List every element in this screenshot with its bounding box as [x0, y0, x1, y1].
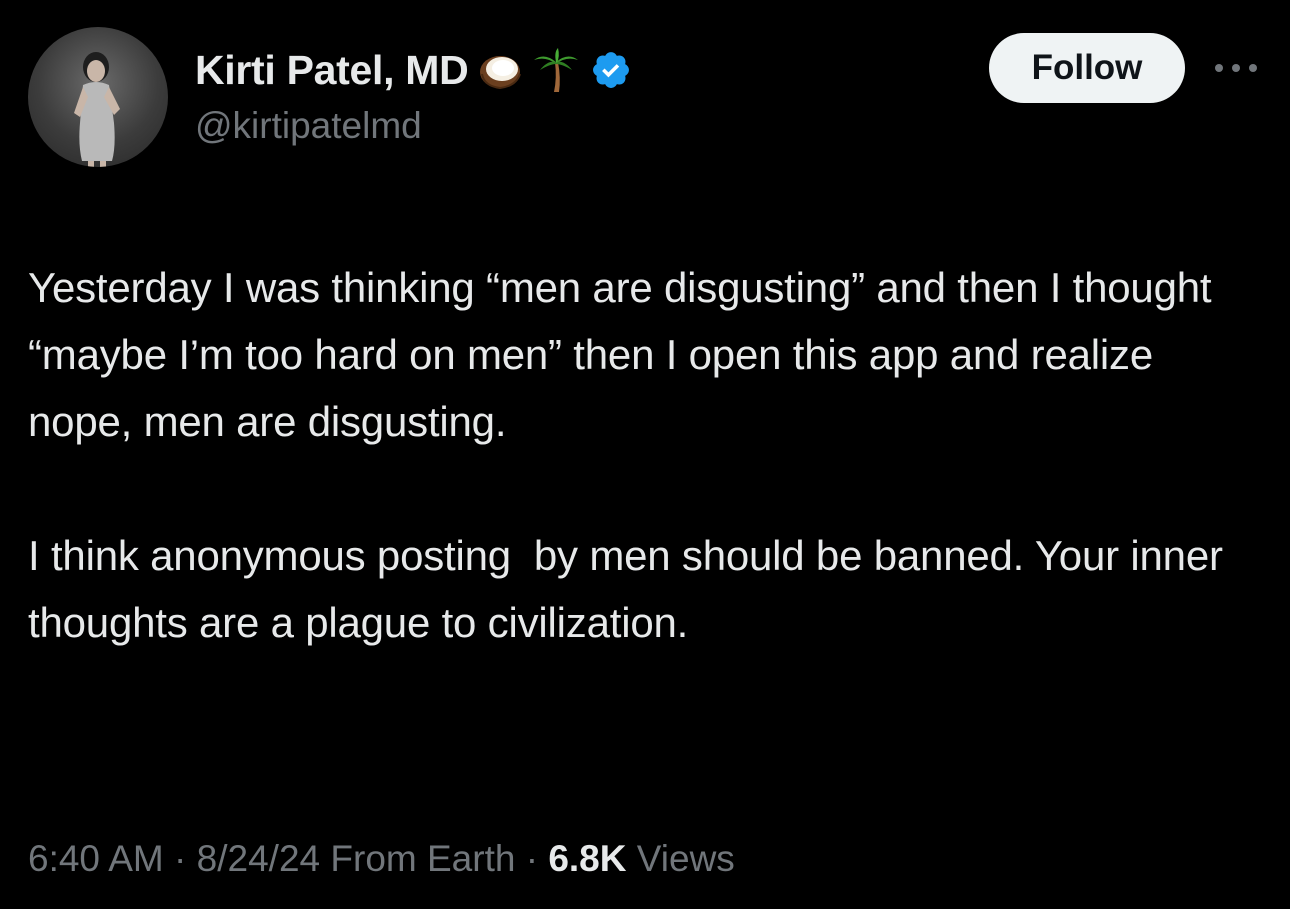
follow-button[interactable]: Follow	[989, 33, 1185, 103]
more-options-button[interactable]	[1208, 50, 1264, 86]
tweet-location: From Earth	[330, 838, 516, 879]
views-label: Views	[636, 838, 735, 879]
avatar[interactable]	[28, 27, 168, 167]
tweet-time[interactable]: 6:40 AM	[28, 838, 164, 879]
tweet-card: Kirti Patel, MD @kirtipatelmd Follow Yes…	[0, 0, 1290, 909]
avatar-portrait-icon	[74, 52, 120, 167]
coconut-icon	[476, 46, 524, 94]
tweet-paragraph: I think anonymous posting by men should …	[28, 532, 1235, 646]
tweet-text: Yesterday I was thinking “men are disgus…	[28, 254, 1268, 656]
author-name-row: Kirti Patel, MD	[195, 44, 632, 96]
palm-tree-icon	[532, 46, 580, 94]
meta-separator: ·	[525, 838, 539, 879]
tweet-date[interactable]: 8/24/24	[197, 838, 320, 879]
more-icon	[1215, 64, 1257, 72]
meta-separator: ·	[174, 838, 187, 879]
tweet-meta: 6:40 AM · 8/24/24 From Earth · 6.8K View…	[28, 838, 735, 880]
author-handle[interactable]: @kirtipatelmd	[195, 105, 422, 147]
verified-badge-icon[interactable]	[590, 49, 632, 91]
tweet-paragraph: Yesterday I was thinking “men are disgus…	[28, 264, 1223, 445]
author-display-name[interactable]: Kirti Patel, MD	[195, 47, 469, 94]
views-count: 6.8K	[548, 838, 627, 879]
